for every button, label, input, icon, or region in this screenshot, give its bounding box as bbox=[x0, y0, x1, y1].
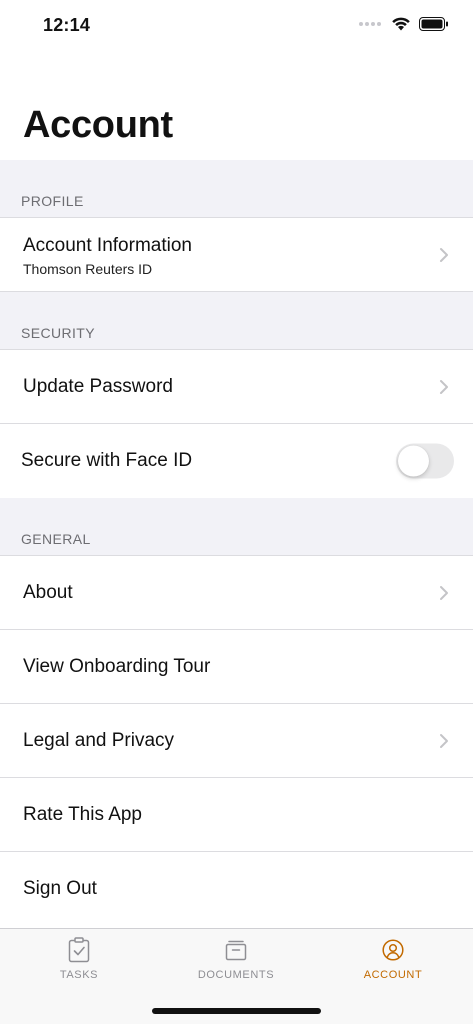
chevron-right-icon bbox=[440, 247, 448, 262]
clipboard-check-icon bbox=[68, 937, 90, 963]
about-row[interactable]: About bbox=[0, 556, 473, 630]
tab-tasks[interactable]: TASKS bbox=[19, 937, 139, 981]
wifi-icon bbox=[392, 17, 410, 31]
section-header-general: GENERAL bbox=[0, 498, 473, 556]
tab-documents[interactable]: DOCUMENTS bbox=[176, 937, 296, 981]
section-header-profile: PROFILE bbox=[0, 160, 473, 218]
section-header-label: SECURITY bbox=[21, 325, 95, 341]
toggle-knob bbox=[398, 445, 429, 477]
row-title: About bbox=[23, 581, 73, 603]
face-id-toggle[interactable] bbox=[396, 443, 454, 479]
tab-label: TASKS bbox=[59, 969, 99, 981]
tab-account[interactable]: ACCOUNT bbox=[333, 937, 453, 981]
face-id-row: Secure with Face ID bbox=[0, 424, 473, 498]
rate-app-row[interactable]: Rate This App bbox=[0, 778, 473, 852]
chevron-right-icon bbox=[440, 733, 448, 748]
row-title: Secure with Face ID bbox=[21, 450, 193, 471]
onboarding-tour-row[interactable]: View Onboarding Tour bbox=[0, 630, 473, 704]
row-subtitle: Thomson Reuters ID bbox=[23, 261, 153, 277]
account-information-row[interactable]: Account Information Thomson Reuters ID bbox=[0, 218, 473, 292]
section-header-security: SECURITY bbox=[0, 292, 473, 350]
settings-list: PROFILE Account Information Thomson Reut… bbox=[0, 160, 473, 926]
chevron-right-icon bbox=[440, 379, 448, 394]
row-title: Update Password bbox=[23, 375, 173, 397]
row-title: Account Information bbox=[23, 235, 192, 256]
chevron-right-icon bbox=[440, 585, 448, 600]
section-header-label: PROFILE bbox=[21, 193, 84, 209]
status-indicators bbox=[359, 16, 449, 31]
tab-label: ACCOUNT bbox=[363, 969, 423, 981]
update-password-row[interactable]: Update Password bbox=[0, 350, 473, 424]
home-indicator bbox=[152, 1008, 321, 1014]
row-title: View Onboarding Tour bbox=[23, 655, 211, 677]
legal-privacy-row[interactable]: Legal and Privacy bbox=[0, 704, 473, 778]
status-time: 12:14 bbox=[43, 15, 91, 35]
cellular-signal-icon bbox=[359, 21, 381, 26]
page-title: Account bbox=[23, 104, 173, 146]
status-bar: 12:14 bbox=[0, 0, 473, 52]
person-circle-icon bbox=[382, 939, 404, 961]
battery-icon bbox=[419, 16, 448, 31]
tab-label: DOCUMENTS bbox=[197, 969, 275, 981]
sign-out-row[interactable]: Sign Out bbox=[0, 852, 473, 926]
row-title: Sign Out bbox=[23, 878, 97, 899]
row-title: Rate This App bbox=[23, 803, 143, 825]
section-header-label: GENERAL bbox=[21, 531, 91, 547]
row-title: Legal and Privacy bbox=[23, 729, 175, 751]
inbox-tray-icon bbox=[225, 940, 247, 961]
